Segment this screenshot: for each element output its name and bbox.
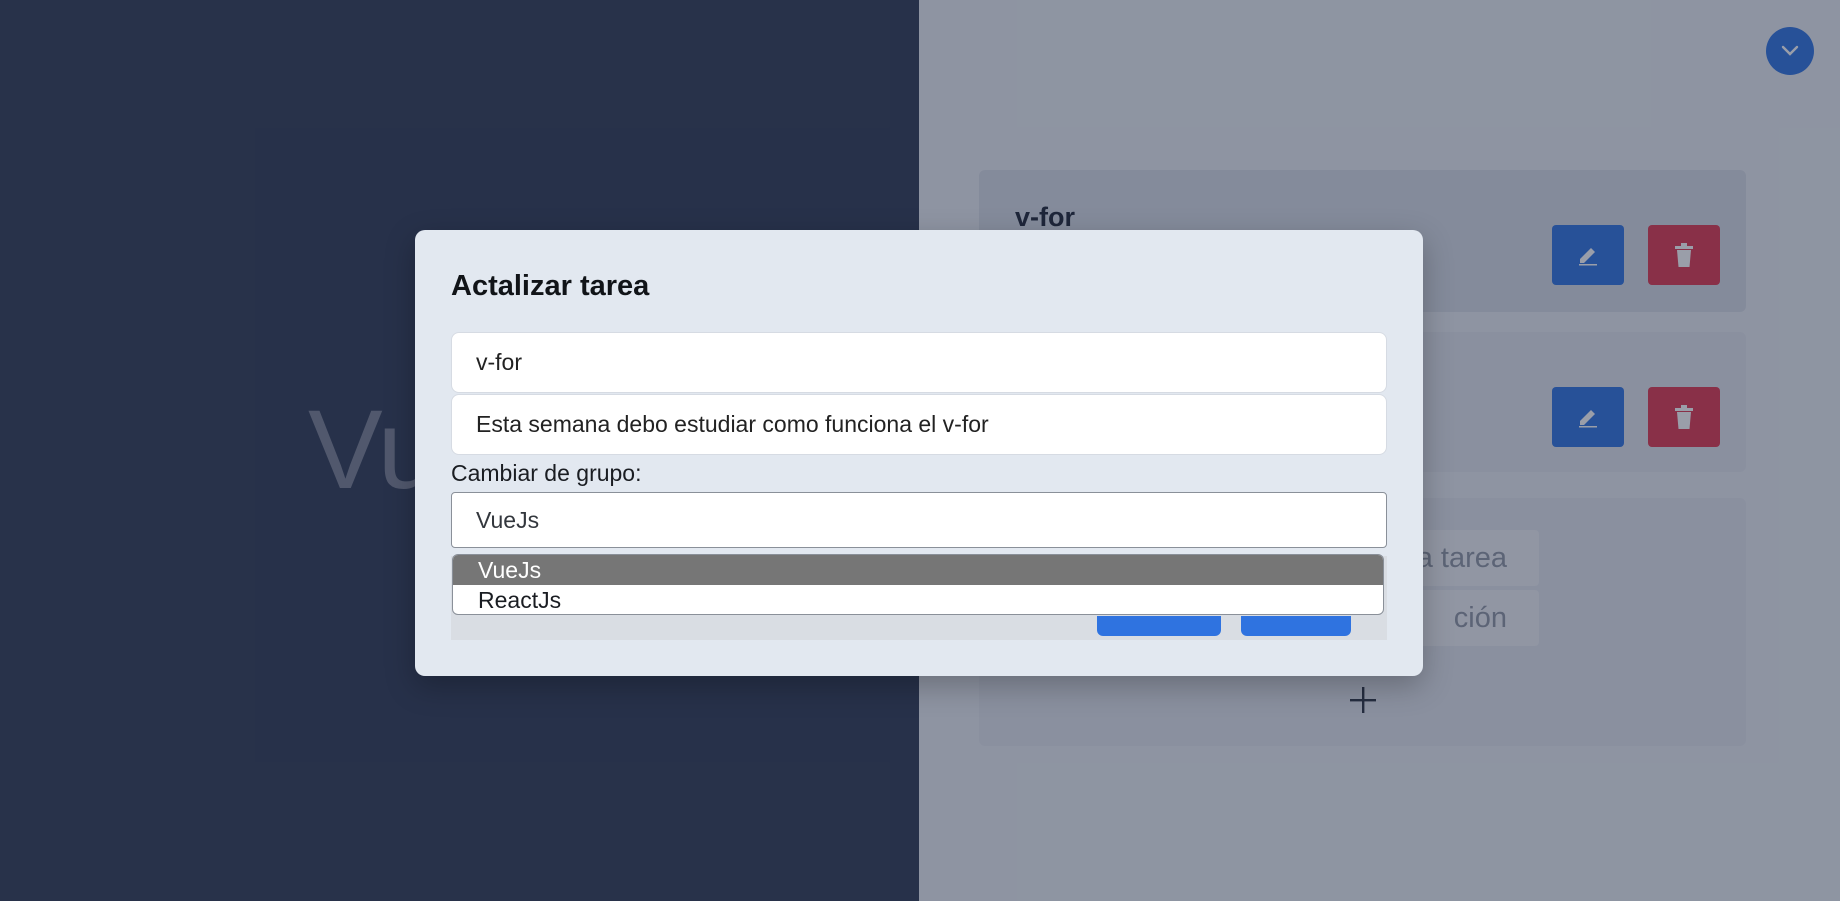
cancel-button[interactable] [1241,616,1351,636]
task-title-input[interactable]: v-for [451,332,1387,393]
modal-title: Actalizar tarea [451,270,650,302]
group-select[interactable]: VueJs [451,492,1387,548]
group-option-vuejs[interactable]: VueJs [453,555,1383,585]
group-option-reactjs[interactable]: ReactJs [453,585,1383,614]
save-button[interactable] [1097,616,1221,636]
group-label: Cambiar de grupo: [451,460,642,486]
group-dropdown-list: VueJs ReactJs [452,554,1384,615]
task-description-input[interactable]: Esta semana debo estudiar como funciona … [451,394,1387,455]
